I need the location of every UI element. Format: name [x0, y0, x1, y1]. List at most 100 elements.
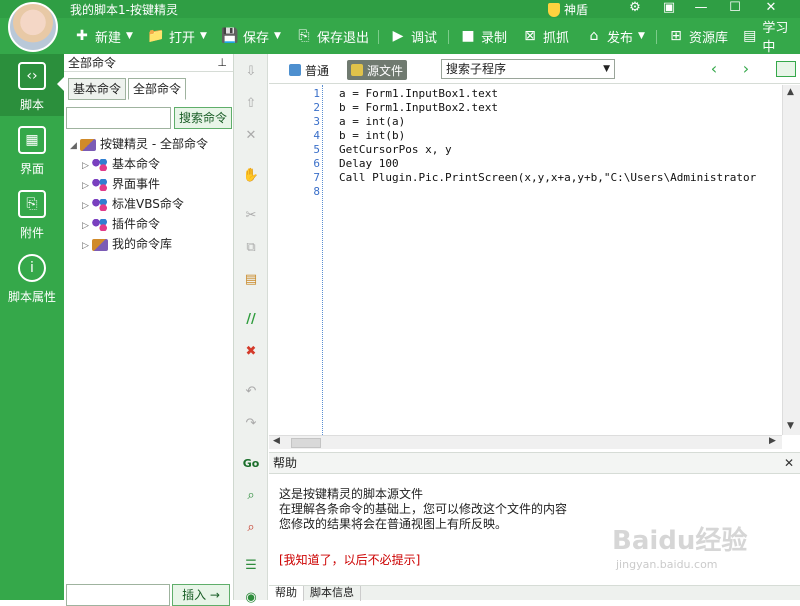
view-layout-icon[interactable] [776, 61, 796, 77]
paste-icon[interactable]: ▤ [242, 270, 260, 288]
code-line[interactable]: Delay 100 [339, 157, 399, 171]
line-number-gutter: 1 2 3 4 5 6 7 8 [269, 85, 323, 435]
editor-tool-strip: ⇩ ⇧ ✕ ✋ ✂ ⧉ ▤ // ✖ ↶ ↷ Go ⌕ ⌕ ☰ ◉ [234, 54, 268, 605]
record-label: 录制 [481, 30, 508, 46]
chevron-down-icon[interactable]: ▼ [638, 31, 645, 41]
scroll-left-icon[interactable]: ◀ [273, 436, 280, 446]
expand-triangle-icon[interactable]: ▷ [82, 236, 92, 256]
nav-item-properties[interactable]: i 脚本属性 [0, 246, 64, 308]
attachment-icon: ⎘ [18, 190, 46, 218]
code-line[interactable]: Call Plugin.Pic.PrintScreen(x,y,x+a,y+b,… [339, 171, 756, 185]
settings-gear-icon[interactable]: ⚙ [624, 0, 646, 18]
chevron-down-icon[interactable]: ▼ [126, 31, 133, 41]
eye-icon[interactable]: ◉ [242, 588, 260, 606]
collapse-triangle-icon[interactable]: ◢ [70, 136, 80, 156]
maximize-button[interactable]: ☐ [724, 0, 746, 18]
nav-item-attachment[interactable]: ⎘ 附件 [0, 182, 64, 244]
code-line[interactable]: a = int(a) [339, 115, 405, 129]
save-button[interactable]: 💾 保存 ▼ [221, 26, 281, 46]
uncomment-icon[interactable]: ✖ [242, 342, 260, 360]
dismiss-link[interactable]: [我知道了，以后不必提示] [279, 551, 420, 568]
layout-toggle-icon[interactable]: ▣ [658, 0, 680, 18]
tree-item-ui-events[interactable]: ▷ 界面事件 [70, 174, 230, 194]
move-up-icon[interactable]: ⇧ [242, 94, 260, 112]
tree-item-my-library[interactable]: ▷ 我的命令库 [70, 234, 230, 254]
title-bar: 我的脚本1-按键精灵 神盾 ⚙ ▣ — ☐ ✕ [0, 0, 800, 18]
code-editor[interactable]: 1 2 3 4 5 6 7 8 a = Form1.InputBox1.text… [269, 85, 782, 435]
chevron-down-icon[interactable]: ▼ [274, 31, 281, 41]
subroutine-select[interactable]: 搜索子程序 ▼ [441, 59, 615, 79]
help-tabs: 帮助 脚本信息 [269, 585, 800, 601]
code-line[interactable]: b = int(b) [339, 129, 405, 143]
code-line[interactable]: GetCursorPos x, y [339, 143, 452, 157]
comment-icon[interactable]: // [242, 310, 260, 328]
goto-icon[interactable]: Go [242, 454, 260, 472]
editor-horizontal-scrollbar[interactable]: ◀ ▶ [269, 435, 782, 449]
tree-item-vbs[interactable]: ▷ 标准VBS命令 [70, 194, 230, 214]
expand-triangle-icon[interactable]: ▷ [82, 196, 92, 216]
tree-item-plugins[interactable]: ▷ 插件命令 [70, 214, 230, 234]
scroll-thumb[interactable] [291, 438, 321, 448]
debug-button[interactable]: ▶ 调试 [390, 26, 437, 46]
copy-icon[interactable]: ⧉ [242, 238, 260, 256]
back-arrow-icon[interactable]: ‹ [707, 60, 721, 78]
undo-icon[interactable]: ↶ [242, 382, 260, 400]
new-button[interactable]: ✚ 新建 ▼ [74, 26, 133, 46]
shield-badge[interactable]: 神盾 [548, 1, 588, 18]
save-exit-button[interactable]: ⎘ 保存退出 [296, 26, 369, 46]
chevron-down-icon[interactable]: ▼ [200, 31, 207, 41]
code-line[interactable]: a = Form1.InputBox1.text [339, 87, 498, 101]
code-line[interactable]: b = Form1.InputBox2.text [339, 101, 498, 115]
command-search-input[interactable] [66, 107, 171, 129]
tab-help[interactable]: 帮助 [269, 586, 304, 601]
nav-item-ui[interactable]: ▦ 界面 [0, 118, 64, 180]
avatar[interactable] [8, 2, 58, 52]
publish-label: 发布 [607, 30, 634, 46]
search-command-button[interactable]: 搜索命令 [174, 107, 232, 129]
expand-triangle-icon[interactable]: ▷ [82, 156, 92, 176]
left-nav: ‹› 脚本 ▦ 界面 ⎘ 附件 i 脚本属性 [0, 54, 65, 600]
resource-library-button[interactable]: ⊞ 资源库 [668, 26, 728, 46]
delete-icon[interactable]: ✕ [242, 126, 260, 144]
scroll-down-icon[interactable]: ▼ [787, 421, 794, 431]
record-button[interactable]: ■ 录制 [460, 26, 507, 46]
learn-button[interactable]: ▤ 学习中 [742, 21, 800, 55]
capture-button[interactable]: ⊠ 抓抓 [522, 26, 569, 46]
cut-icon[interactable]: ✂ [242, 206, 260, 224]
minimize-button[interactable]: — [690, 0, 712, 18]
forward-arrow-icon[interactable]: › [739, 60, 753, 78]
scroll-right-icon[interactable]: ▶ [769, 436, 776, 446]
tab-normal-view[interactable]: 普通 [285, 60, 333, 80]
tab-basic-commands[interactable]: 基本命令 [68, 78, 127, 100]
close-button[interactable]: ✕ [760, 0, 782, 18]
tree-root[interactable]: ◢ 按键精灵 - 全部命令 [70, 134, 230, 154]
move-down-icon[interactable]: ⇩ [242, 62, 260, 80]
insert-button[interactable]: 插入 → [172, 584, 230, 606]
expand-triangle-icon[interactable]: ▷ [82, 216, 92, 236]
publish-icon: ⌂ [589, 28, 599, 44]
nav-item-script[interactable]: ‹› 脚本 [0, 54, 65, 116]
subroutine-select-value: 搜索子程序 [446, 62, 507, 76]
tab-all-commands[interactable]: 全部命令 [128, 78, 187, 100]
find-icon[interactable]: ⌕ [242, 486, 260, 504]
tree-item-label: 插件命令 [112, 217, 161, 231]
redo-icon[interactable]: ↷ [242, 414, 260, 432]
expand-triangle-icon[interactable]: ▷ [82, 176, 92, 196]
line-number: 6 [313, 157, 320, 170]
close-icon[interactable]: ✕ [784, 453, 794, 473]
insert-input[interactable] [66, 584, 170, 606]
replace-icon[interactable]: ⌕ [242, 518, 260, 536]
hand-icon[interactable]: ✋ [242, 166, 260, 184]
tree-item-basic[interactable]: ▷ 基本命令 [70, 154, 230, 174]
tab-source-view[interactable]: 源文件 [347, 60, 408, 80]
list-icon[interactable]: ☰ [242, 556, 260, 574]
line-number: 3 [313, 115, 320, 128]
scroll-up-icon[interactable]: ▲ [787, 87, 794, 97]
package-icon [92, 238, 108, 251]
pin-icon[interactable]: ⊥ [217, 54, 227, 72]
open-button[interactable]: 📁 打开 ▼ [147, 26, 207, 46]
tab-script-info[interactable]: 脚本信息 [304, 586, 361, 601]
editor-vertical-scrollbar[interactable]: ▲ ▼ [782, 85, 800, 435]
publish-button[interactable]: ⌂ 发布 ▼ [586, 26, 645, 46]
tree-item-label: 我的命令库 [112, 237, 173, 251]
